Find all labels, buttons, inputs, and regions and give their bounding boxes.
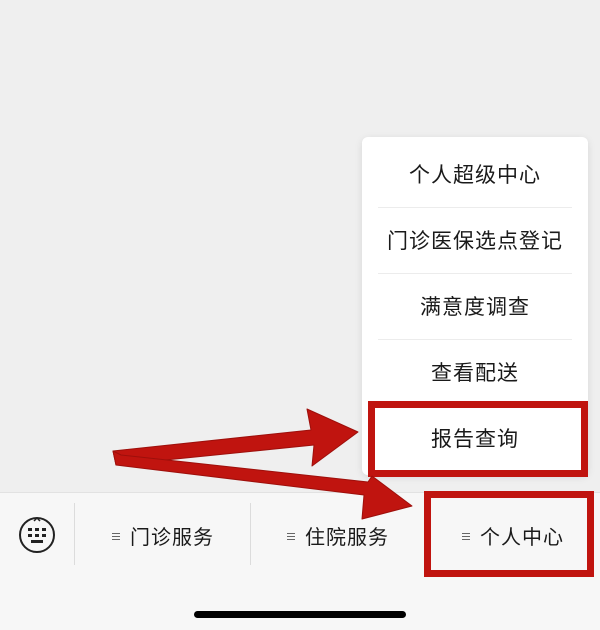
arrow-to-report-query — [112, 408, 359, 467]
home-indicator — [194, 611, 406, 618]
menu-item-outpatient-insurance-registration[interactable]: 门诊医保选点登记 — [378, 207, 572, 274]
menu-lines-icon — [287, 531, 295, 542]
menu-item-label: 满意度调查 — [420, 295, 530, 319]
tab-divider — [74, 503, 75, 565]
keyboard-icon[interactable] — [18, 516, 56, 554]
highlight-box-personal-center — [424, 491, 594, 577]
menu-item-label: 门诊医保选点登记 — [387, 229, 563, 253]
menu-item-personal-super-center[interactable]: 个人超级中心 — [378, 141, 572, 208]
tab-inpatient-services[interactable]: 住院服务 — [251, 513, 425, 557]
menu-item-label: 查看配送 — [431, 361, 519, 385]
tab-outpatient-services[interactable]: 门诊服务 — [76, 513, 250, 557]
tab-label: 住院服务 — [305, 524, 389, 549]
menu-item-label: 个人超级中心 — [409, 163, 541, 187]
highlight-box-report-query — [368, 401, 588, 477]
menu-lines-icon — [112, 531, 120, 542]
tab-label: 门诊服务 — [130, 524, 214, 549]
menu-item-view-delivery[interactable]: 查看配送 — [378, 339, 572, 406]
menu-item-satisfaction-survey[interactable]: 满意度调查 — [378, 273, 572, 340]
